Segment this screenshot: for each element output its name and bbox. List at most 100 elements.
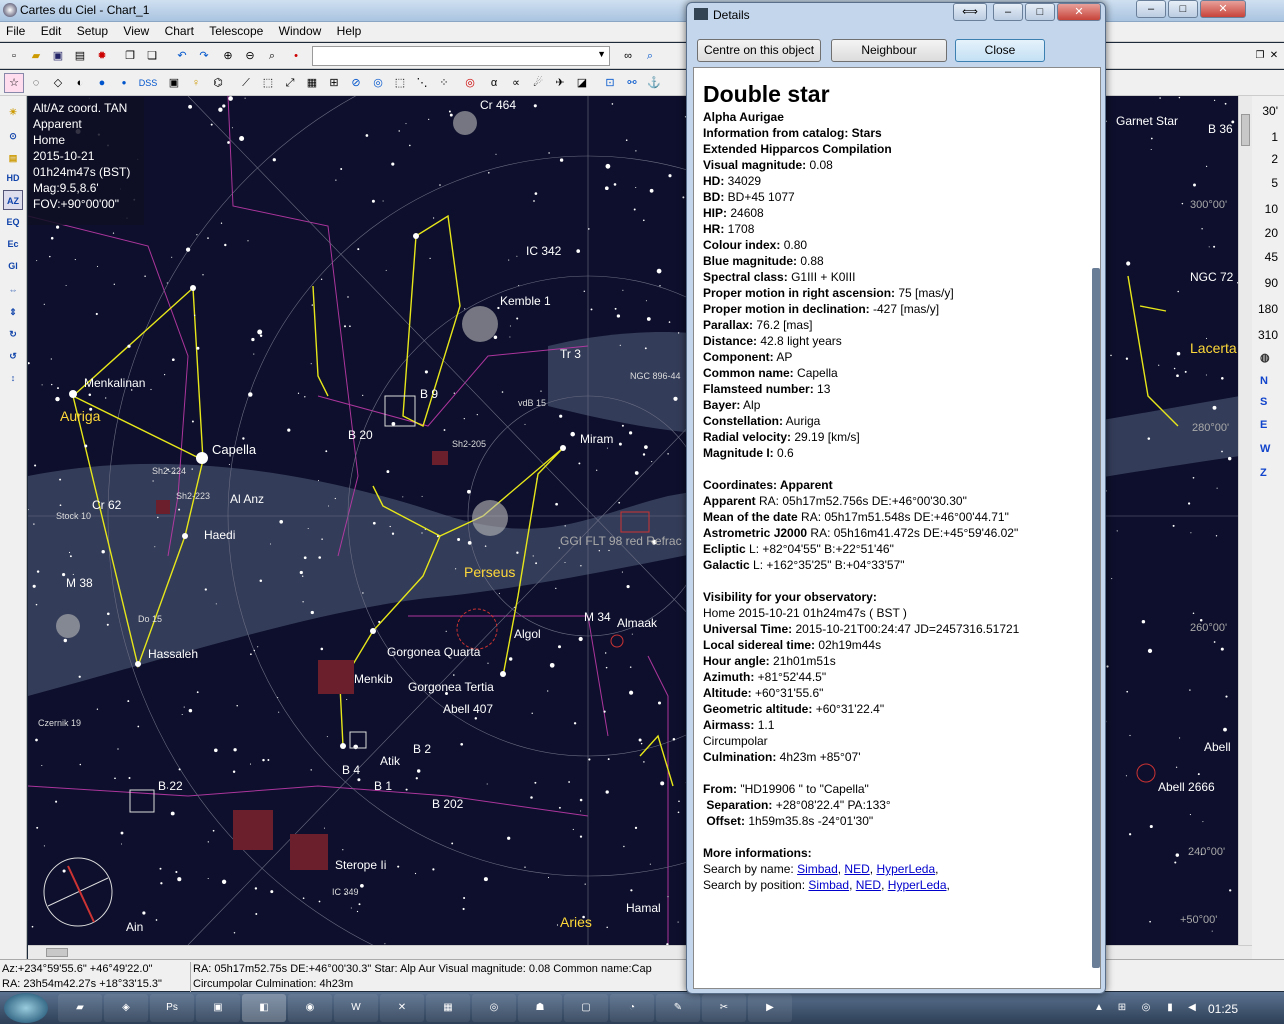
taskbar-app-16-icon[interactable]: ▶ — [748, 994, 792, 1022]
hyperleda-position-link[interactable]: HyperLeda — [888, 878, 947, 892]
tray-network-icon[interactable]: ⊞ — [1112, 994, 1132, 1022]
taskbar-app-9-icon[interactable]: ▦ — [426, 994, 470, 1022]
details-maximize-button[interactable]: □ — [1025, 3, 1055, 21]
dir-north[interactable]: N — [1260, 375, 1268, 387]
binoculars-icon[interactable]: ∞ — [618, 46, 638, 66]
zoom-out-icon[interactable]: ⊖ — [240, 46, 260, 66]
label-sterope[interactable]: Sterope Ii — [335, 858, 386, 872]
config-gear-icon[interactable]: ✹ — [92, 46, 112, 66]
taskbar-cartes-du-ciel-icon[interactable]: ◧ — [242, 994, 286, 1022]
mirror-icon[interactable]: ↕ — [3, 368, 23, 388]
stars-toggle-icon[interactable]: ☆ — [4, 73, 24, 93]
fov-10[interactable]: 10 — [1265, 202, 1278, 216]
taskbar-app-10-icon[interactable]: ◎ — [472, 994, 516, 1022]
close-details-button[interactable]: Close — [955, 39, 1045, 62]
anchor-icon[interactable]: ⚓ — [644, 73, 664, 93]
menu-edit[interactable]: Edit — [35, 22, 68, 40]
az-projection-button[interactable]: AZ — [3, 190, 23, 210]
contrast-icon[interactable]: ◪ — [572, 73, 592, 93]
target-icon[interactable]: • — [286, 46, 306, 66]
open-folder-icon[interactable]: ▰ — [26, 46, 46, 66]
fov-2[interactable]: 2 — [1271, 152, 1278, 166]
nebula-toggle-icon[interactable]: ◌ — [26, 73, 46, 93]
label-m34[interactable]: M 34 — [584, 610, 611, 624]
satellite-icon[interactable]: ✈ — [550, 73, 570, 93]
fov-45[interactable]: 45 — [1265, 250, 1278, 264]
menu-window[interactable]: Window — [273, 22, 328, 40]
label-gorgonea-quarta[interactable]: Gorgonea Quarta — [387, 645, 480, 659]
hscroll-thumb[interactable] — [46, 948, 68, 957]
ned-name-link[interactable]: NED — [844, 862, 869, 876]
label-b4[interactable]: B 4 — [342, 763, 360, 777]
taskbar-app-2-icon[interactable]: ◈ — [104, 994, 148, 1022]
details-minimize-button[interactable]: – — [993, 3, 1023, 21]
hd-icon[interactable]: HD — [3, 168, 23, 188]
print-icon[interactable]: ▤ — [70, 46, 90, 66]
constellation-lines-icon[interactable]: ⟋ — [236, 73, 256, 93]
fov-90[interactable]: 90 — [1265, 276, 1278, 290]
taskbar-clock[interactable]: 01:25 — [1208, 1002, 1238, 1016]
label-kemble1[interactable]: Kemble 1 — [500, 294, 551, 308]
grid-alt-icon[interactable]: ⊞ — [324, 73, 344, 93]
symbol-icon[interactable]: ∝ — [506, 73, 526, 93]
label-b9[interactable]: B 9 — [420, 387, 438, 401]
taskbar-firefox-icon[interactable]: ◉ — [288, 994, 332, 1022]
label-capella[interactable]: Capella — [212, 442, 256, 457]
details-close-x-button[interactable]: ✕ — [1057, 3, 1101, 21]
label-ain[interactable]: Ain — [126, 920, 143, 934]
object-search-combo[interactable]: ▼ — [312, 46, 610, 66]
eq-projection-button[interactable]: EQ — [3, 212, 23, 232]
menu-view[interactable]: View — [117, 22, 155, 40]
label-sh2-224[interactable]: Sh2-224 — [152, 466, 186, 476]
taskbar-app-11-icon[interactable]: ☗ — [518, 994, 562, 1022]
compass-icon[interactable]: ⊘ — [346, 73, 366, 93]
vscroll-thumb[interactable] — [1241, 114, 1250, 146]
rotate-view-icon[interactable]: ⊙ — [3, 126, 23, 146]
label-abell2666[interactable]: Abell 2666 — [1158, 780, 1215, 794]
tool-a-icon[interactable]: ⤢ — [280, 73, 300, 93]
search-object-icon[interactable]: ⌕ — [640, 46, 660, 66]
planets-toggle-icon[interactable]: ● — [92, 73, 112, 93]
tray-volume-icon[interactable]: ◀ — [1182, 994, 1202, 1022]
taskbar-app-7-icon[interactable]: W — [334, 994, 378, 1022]
telescope-connect-icon[interactable]: ⊡ — [600, 73, 620, 93]
taskbar-app-8-icon[interactable]: ✕ — [380, 994, 424, 1022]
fov-20[interactable]: 20 — [1265, 226, 1278, 240]
undo-icon[interactable]: ↶ — [172, 46, 192, 66]
labels-icon[interactable]: ⋱ — [412, 73, 432, 93]
label-abell[interactable]: Abell — [1204, 740, 1231, 754]
flip-icon[interactable]: ☀ — [3, 102, 23, 122]
dir-east[interactable]: E — [1260, 419, 1267, 431]
lines-toggle-icon[interactable]: ◇ — [48, 73, 68, 93]
label-al-anz[interactable]: Al Anz — [230, 492, 264, 506]
fov-icon[interactable]: ⬚ — [390, 73, 410, 93]
ned-position-link[interactable]: NED — [856, 878, 881, 892]
label-tr3[interactable]: Tr 3 — [560, 347, 581, 361]
label-b1[interactable]: B 1 — [374, 779, 392, 793]
tray-show-hidden-icon[interactable]: ▲ — [1090, 994, 1108, 1022]
menu-setup[interactable]: Setup — [71, 22, 114, 40]
simbad-name-link[interactable]: Simbad — [797, 862, 838, 876]
ecliptic-projection-button[interactable]: Ec — [3, 234, 23, 254]
taskbar-app-14-icon[interactable]: ✎ — [656, 994, 700, 1022]
label-sh2-205[interactable]: Sh2-205 — [452, 439, 486, 449]
dir-zenith[interactable]: Z — [1260, 467, 1267, 479]
hyperleda-name-link[interactable]: HyperLeda — [876, 862, 935, 876]
taskbar-app-12-icon[interactable]: ▢ — [564, 994, 608, 1022]
label-cr62[interactable]: Cr 62 — [92, 498, 121, 512]
eyepiece-icon[interactable]: ⌬ — [208, 73, 228, 93]
scale-icon[interactable]: ◎ — [368, 73, 388, 93]
constellation-boundaries-icon[interactable]: ⬚ — [258, 73, 278, 93]
rotate-cw-icon[interactable]: ↻ — [3, 324, 23, 344]
label-b22[interactable]: B 22 — [158, 779, 183, 793]
fov-310[interactable]: 310 — [1258, 328, 1278, 342]
fov-30min[interactable]: 30' — [1262, 104, 1278, 118]
markers-icon[interactable]: ⁘ — [434, 73, 454, 93]
camera-icon[interactable]: ▣ — [164, 73, 184, 93]
label-garnet-star[interactable]: Garnet Star — [1116, 114, 1178, 128]
details-resize-button[interactable]: ⟺ — [953, 3, 987, 21]
taskbar-explorer-icon[interactable]: ▰ — [58, 994, 102, 1022]
dir-south[interactable]: S — [1260, 396, 1267, 408]
fov-all-sky-icon[interactable]: ◍ — [1260, 351, 1270, 364]
label-almaak[interactable]: Almaak — [617, 616, 657, 630]
